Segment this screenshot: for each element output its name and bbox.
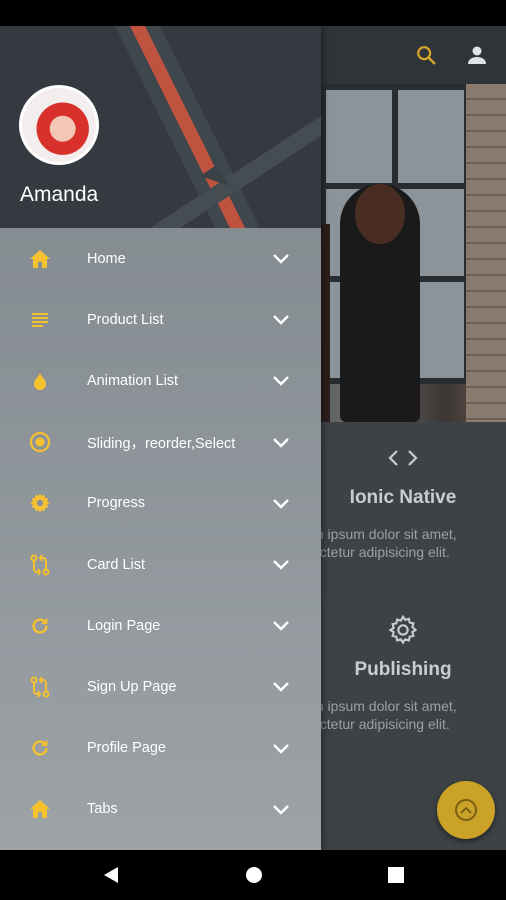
menu-item-home[interactable]: Home — [0, 228, 321, 289]
drawer-header: Amanda — [0, 26, 321, 228]
menu-item-animation-list[interactable]: Animation List — [0, 350, 321, 411]
chevron-down-icon[interactable] — [271, 493, 291, 513]
menu-item-profile-page[interactable]: Profile Page — [0, 718, 321, 779]
menu-item-label: Sliding，reorder,Select — [87, 435, 236, 452]
menu-item-login-page[interactable]: Login Page — [0, 595, 321, 656]
menu-item-card-list[interactable]: Card List — [0, 534, 321, 595]
chevron-down-icon[interactable] — [271, 310, 291, 330]
chevron-down-icon[interactable] — [271, 616, 291, 636]
menu-item-label: Animation List — [87, 372, 179, 389]
menu-item-progress[interactable]: Progress — [0, 473, 321, 534]
user-name: Amanda — [20, 183, 99, 206]
feature-text: m ipsum dolor sit amet, ectetur adipisic… — [300, 697, 506, 733]
home-icon — [28, 247, 52, 271]
menu-item-label: Tabs — [87, 801, 118, 818]
refresh-icon — [28, 736, 52, 760]
person-icon[interactable] — [462, 40, 492, 70]
brick-wall — [466, 84, 506, 422]
drawer-menu: Home Product List Animation List Sliding… — [0, 228, 321, 840]
code-icon — [300, 444, 506, 475]
feature-text-line: ectetur adipisicing elit. — [312, 716, 450, 732]
chevron-down-icon[interactable] — [271, 432, 291, 452]
avatar-image — [22, 88, 96, 162]
menu-item-label: Card List — [87, 556, 146, 573]
side-drawer: Amanda Home Product List Animation List … — [0, 26, 321, 850]
radio-button-icon — [28, 430, 52, 454]
drop-icon — [28, 369, 52, 393]
feature-publishing: Publishing m ipsum dolor sit amet, ectet… — [300, 614, 506, 733]
menu-item-label: Login Page — [87, 617, 161, 634]
home-nav-icon[interactable] — [244, 865, 264, 885]
cog-icon — [300, 614, 506, 653]
refresh-icon — [28, 614, 52, 638]
chevron-down-icon[interactable] — [271, 799, 291, 819]
feature-text-line: m ipsum dolor sit amet, — [312, 698, 457, 714]
recents-icon[interactable] — [386, 865, 406, 885]
system-nav-bar — [0, 850, 506, 900]
chevron-down-icon[interactable] — [271, 555, 291, 575]
menu-item-product-list[interactable]: Product List — [0, 289, 321, 350]
chevron-down-icon[interactable] — [271, 249, 291, 269]
feature-title: Publishing — [354, 659, 452, 680]
swap-icon — [28, 675, 52, 699]
menu-item-label: Progress — [87, 495, 146, 512]
hero-image — [300, 84, 506, 422]
feature-text: m ipsum dolor sit amet, ectetur adipisic… — [300, 525, 506, 561]
status-bar — [0, 0, 506, 26]
feature-title: Ionic Native — [349, 487, 457, 508]
menu-item-sliding[interactable]: Sliding，reorder,Select — [0, 412, 321, 473]
person-head — [355, 184, 405, 244]
menu-item-label: Home — [87, 250, 126, 267]
menu-item-label: Profile Page — [87, 740, 166, 757]
chevron-up-icon — [455, 799, 477, 821]
chevron-down-icon[interactable] — [271, 677, 291, 697]
gear-icon — [28, 491, 52, 515]
scroll-top-fab[interactable] — [437, 781, 495, 839]
list-icon — [28, 308, 52, 332]
menu-item-tabs[interactable]: Tabs — [0, 779, 321, 840]
chevron-down-icon[interactable] — [271, 371, 291, 391]
menu-item-sign-up-page[interactable]: Sign Up Page — [0, 656, 321, 717]
feature-ionic-native: Ionic Native m ipsum dolor sit amet, ect… — [300, 444, 506, 561]
search-icon[interactable] — [411, 40, 441, 70]
chevron-down-icon[interactable] — [271, 738, 291, 758]
swap-icon — [28, 553, 52, 577]
home-icon — [28, 797, 52, 821]
menu-item-label: Sign Up Page — [87, 678, 177, 695]
back-icon[interactable] — [101, 865, 121, 885]
menu-item-label: Product List — [87, 311, 164, 328]
feature-text-line: m ipsum dolor sit amet, — [312, 526, 457, 542]
feature-text-line: ectetur adipisicing elit. — [312, 544, 450, 560]
avatar[interactable] — [19, 85, 99, 165]
